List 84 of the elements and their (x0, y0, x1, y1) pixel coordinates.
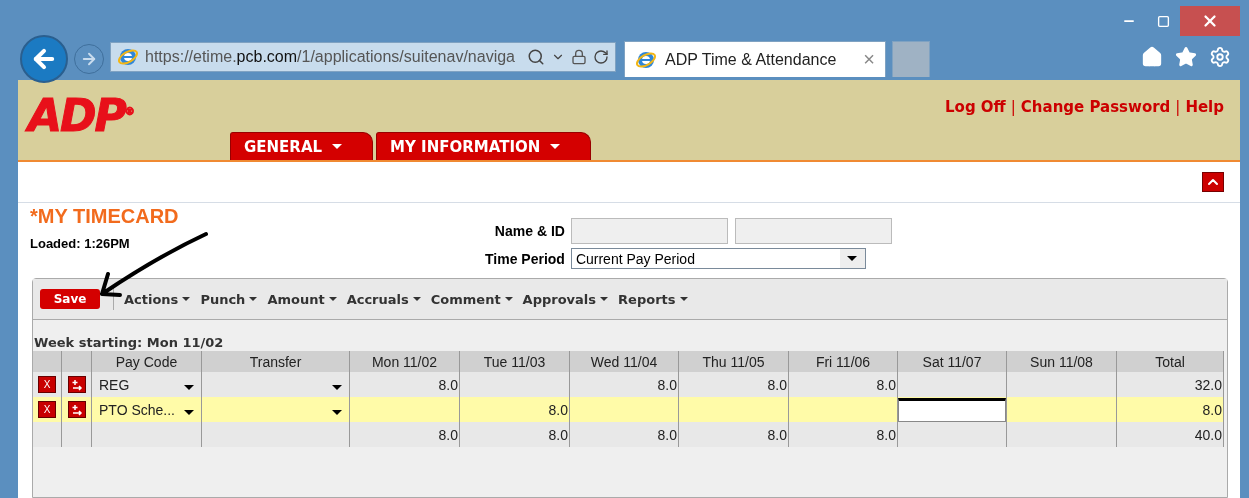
column-header: Sat 11/07 (898, 351, 1007, 372)
transfer-button[interactable] (67, 401, 86, 418)
browser-tab[interactable]: ADP Time & Attendance × (624, 41, 886, 77)
refresh-icon[interactable] (593, 49, 609, 65)
header-link[interactable]: Help (1185, 98, 1224, 116)
transfer-select[interactable] (202, 372, 350, 397)
separator: | (1010, 98, 1016, 116)
table-cell[interactable] (1007, 397, 1117, 422)
delete-button[interactable]: X (38, 401, 56, 418)
lock-icon (571, 49, 587, 65)
page-title: *MY TIMECARD (30, 205, 180, 228)
table-cell[interactable] (679, 397, 789, 422)
close-button[interactable] (1180, 6, 1240, 36)
table-cell[interactable]: 8.0 (789, 422, 898, 447)
table-cell[interactable] (460, 372, 570, 397)
collapse-button[interactable] (1202, 172, 1224, 192)
table-cell[interactable]: 8.0 (460, 422, 570, 447)
column-header: Wed 11/04 (570, 351, 679, 372)
table-cell[interactable] (898, 422, 1007, 447)
back-button[interactable] (20, 35, 68, 83)
toolbar-menu[interactable]: Amount (267, 291, 337, 307)
toolbar-menu[interactable]: Approvals (522, 291, 609, 307)
transfer-button[interactable] (67, 376, 86, 393)
toolbar-menu[interactable]: Punch (200, 291, 258, 307)
header-link[interactable]: Change Password (1020, 98, 1171, 116)
table-cell[interactable]: 8.0 (570, 372, 679, 397)
address-bar[interactable]: https://etime.pcb.com/1/applications/suitenav/naviga (110, 42, 616, 72)
url-text: https://etime.pcb.com/1/applications/suitenav/naviga (145, 48, 516, 66)
close-icon (1201, 12, 1219, 30)
star-icon[interactable] (1175, 46, 1197, 68)
table-cell[interactable]: 8.0 (679, 422, 789, 447)
cell-input[interactable] (898, 397, 1006, 422)
table-cell[interactable] (898, 372, 1007, 397)
save-button[interactable]: Save (40, 289, 100, 309)
input-field[interactable] (734, 218, 892, 244)
table-cell[interactable] (570, 397, 679, 422)
table-cell[interactable]: 8.0 (460, 397, 570, 422)
pay-code-select[interactable]: PTO Sche... (92, 397, 202, 422)
table-cell[interactable] (1007, 372, 1117, 397)
column-header: Tue 11/03 (460, 351, 570, 372)
table-cell: 8.0 (1117, 397, 1224, 422)
column-header: Thu 11/05 (679, 351, 789, 372)
delete-button[interactable]: X (38, 376, 56, 393)
tab-close-button[interactable]: × (863, 48, 875, 71)
table-cell: 32.0 (1117, 372, 1224, 397)
loaded-time: Loaded: 1:26PM (30, 236, 131, 251)
new-tab-button[interactable] (892, 41, 930, 77)
input-field[interactable] (570, 218, 728, 244)
transfer-select[interactable] (202, 397, 350, 422)
column-header: Total (1117, 351, 1224, 372)
column-header: Sun 11/08 (1007, 351, 1117, 372)
menu-tab[interactable]: GENERAL (230, 132, 374, 160)
menu-tab[interactable]: MY INFORMATION (376, 132, 592, 160)
toolbar-menu[interactable]: Reports (618, 291, 688, 307)
table-cell[interactable] (789, 397, 898, 422)
table-cell[interactable]: 8.0 (679, 372, 789, 397)
pay-code-select[interactable]: REG (92, 372, 202, 397)
field-label: Name & ID (493, 223, 565, 239)
table-cell[interactable]: 8.0 (570, 422, 679, 447)
browser-logo-icon (117, 46, 139, 68)
toolbar-menu[interactable]: Actions (124, 291, 191, 307)
table-cell[interactable]: 8.0 (350, 372, 460, 397)
table-cell[interactable]: 8.0 (789, 372, 898, 397)
dropdown-icon (847, 256, 858, 261)
header-link[interactable]: Log Off (945, 98, 1006, 116)
home-icon[interactable] (1141, 46, 1163, 68)
separator: | (1175, 98, 1181, 116)
column-header: Transfer (202, 351, 350, 372)
table-cell[interactable] (1007, 422, 1117, 447)
table-cell[interactable]: 8.0 (350, 422, 460, 447)
maximize-icon (1156, 14, 1170, 28)
settings-icon[interactable] (1209, 46, 1231, 68)
toolbar-menu[interactable]: Accruals (346, 291, 421, 307)
search-icon[interactable] (527, 48, 545, 66)
forward-arrow-icon (80, 50, 98, 68)
column-header: Pay Code (92, 351, 202, 372)
toolbar-menu[interactable]: Comment (430, 291, 513, 307)
week-label: Week starting: Mon 11/02 (33, 334, 225, 351)
table-cell[interactable] (350, 397, 460, 422)
column-header: Mon 11/02 (350, 351, 460, 372)
table-cell: 40.0 (1117, 422, 1224, 447)
column-header: Fri 11/06 (789, 351, 898, 372)
select-field[interactable]: Current Pay Period (570, 248, 866, 269)
field-label: Time Period (485, 250, 565, 267)
